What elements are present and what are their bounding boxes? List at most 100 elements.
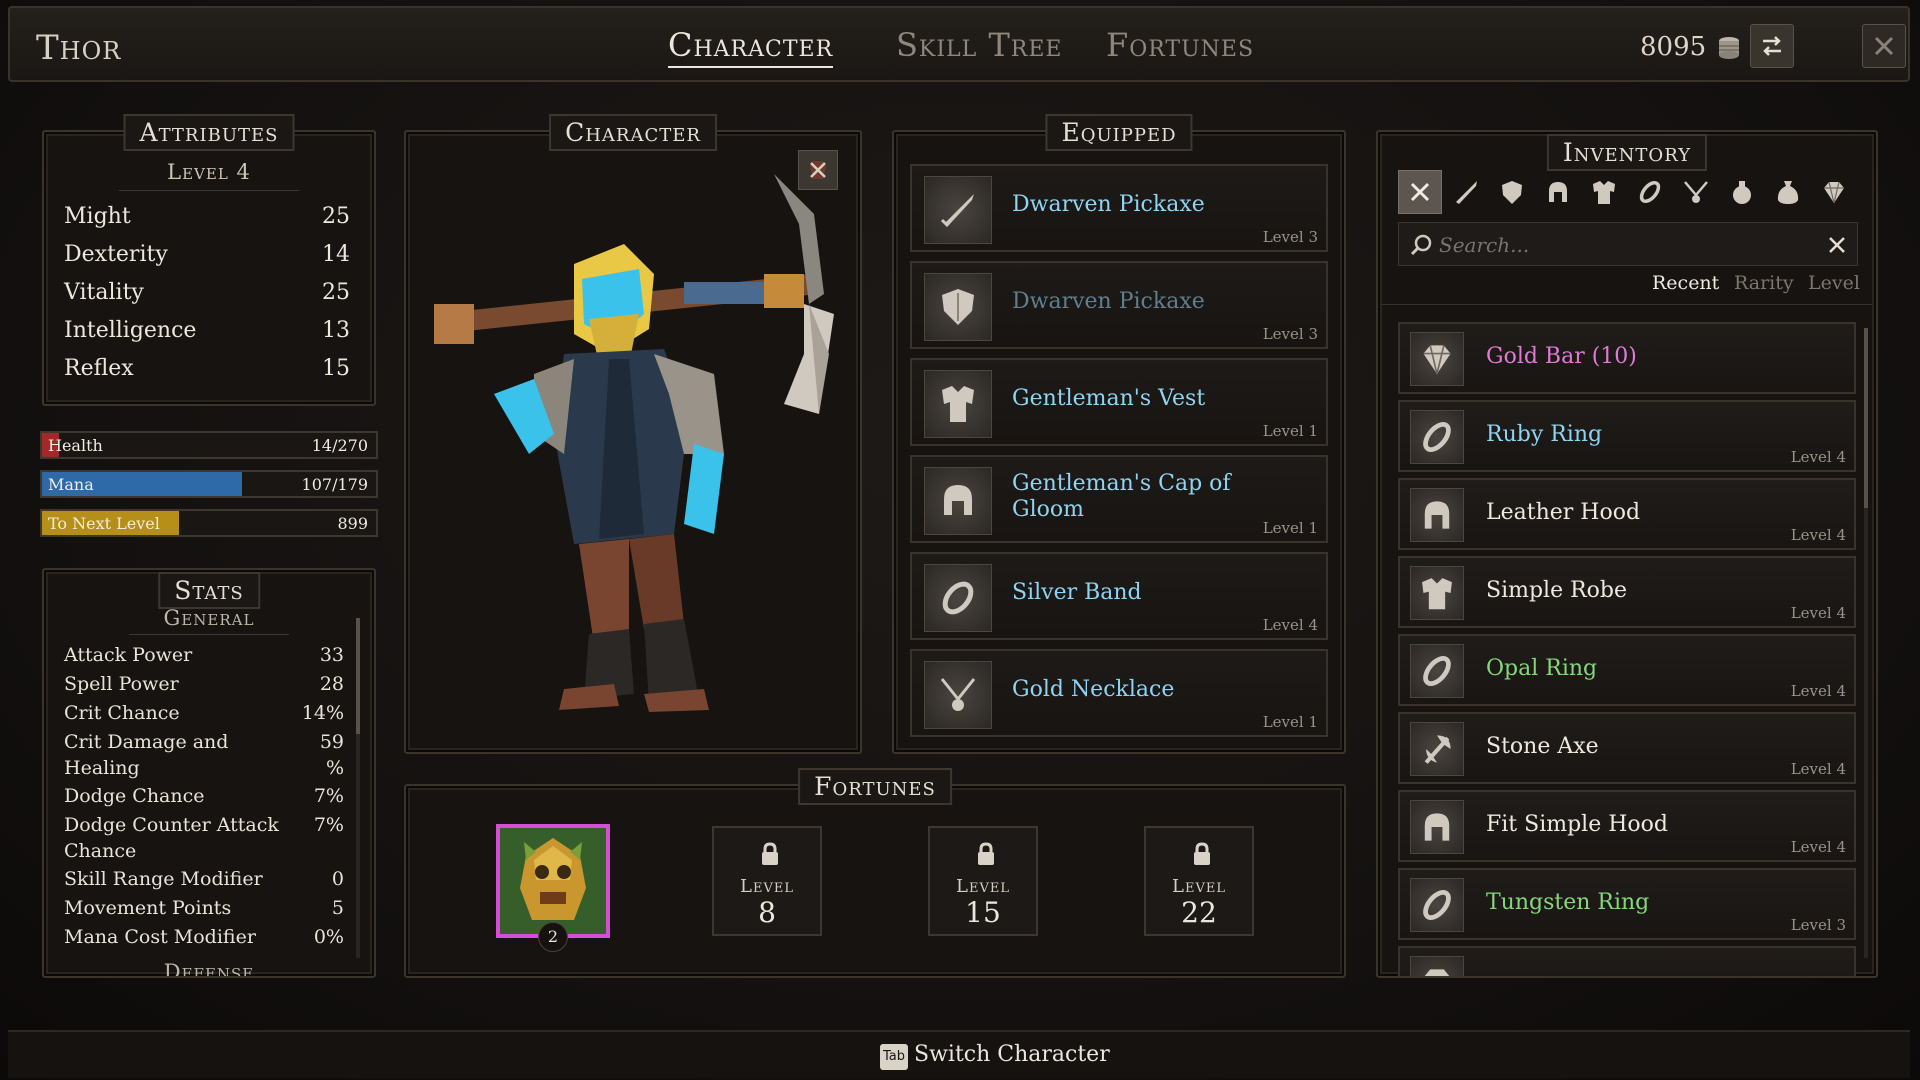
inventory-item[interactable]: Leather Hood Level 4 — [1398, 478, 1856, 550]
filter-all[interactable] — [1398, 170, 1442, 214]
filter-gems[interactable] — [1812, 170, 1856, 214]
filter-armor[interactable] — [1582, 170, 1626, 214]
close-button[interactable] — [1862, 24, 1906, 68]
attribute-row: Intelligence 13 — [64, 318, 350, 352]
fortune-unlock-label: Level — [1172, 876, 1226, 897]
fortune-unlock-label: Level — [740, 876, 794, 897]
search-box — [1398, 222, 1858, 266]
helmet-filter-icon — [1549, 182, 1567, 202]
health-value: 14/270 — [311, 436, 368, 455]
helmet-icon — [924, 467, 992, 535]
inventory-item-name: Stone Axe — [1486, 734, 1599, 759]
inventory-item[interactable]: Stone Axe Level 4 — [1398, 712, 1856, 784]
equipped-slot-offhand[interactable]: Dwarven Pickaxe Level 3 — [910, 261, 1328, 349]
equipped-slot-chest[interactable]: Gentleman's Vest Level 1 — [910, 358, 1328, 446]
gold-display: 8095 — [1640, 32, 1742, 62]
shield-filter-icon — [1502, 181, 1522, 204]
equipped-item-name: Gentleman's Vest — [1012, 386, 1206, 411]
mana-value: 107/179 — [301, 475, 368, 494]
search-input[interactable] — [1439, 231, 1809, 259]
necklace-icon — [924, 661, 992, 729]
game-window: Thor Character Skill Tree Fortunes 8095 — [0, 0, 1920, 1080]
stat-row: Dodge Counter Attack Chance 7% — [64, 812, 344, 864]
attribute-value: 25 — [322, 280, 350, 305]
inventory-item-level: Level 4 — [1790, 604, 1846, 622]
inventory-item[interactable]: Tungsten Ring Level 3 — [1398, 868, 1856, 940]
attribute-row: Might 25 — [64, 204, 350, 238]
sort-level[interactable]: Level — [1808, 272, 1860, 294]
inventory-item-name: Simple Robe — [1486, 578, 1628, 603]
fortune-slot-active[interactable]: 2 — [496, 824, 610, 952]
gold-amount: 8095 — [1640, 32, 1707, 62]
stats-scrollbar-thumb[interactable] — [356, 618, 360, 734]
fortune-count: 2 — [538, 922, 568, 952]
inventory-item-partial[interactable] — [1398, 946, 1856, 976]
switch-character-button[interactable]: Switch Character — [914, 1042, 1110, 1067]
attribute-name: Vitality — [64, 280, 144, 305]
tab-skill-tree[interactable]: Skill Tree — [896, 26, 1062, 64]
stat-name: Mana Cost Modifier — [64, 926, 256, 948]
gem-icon — [1410, 332, 1464, 386]
inventory-item[interactable]: Ruby Ring Level 4 — [1398, 400, 1856, 472]
inventory-item[interactable]: Fit Simple Hood Level 4 — [1398, 790, 1856, 862]
inventory-item-name: Gold Bar (10) — [1486, 344, 1637, 369]
armor-filter-icon — [1593, 181, 1615, 204]
filter-shields[interactable] — [1490, 170, 1534, 214]
inventory-item-name: Opal Ring — [1486, 656, 1598, 681]
inventory-item-level: Level 4 — [1790, 448, 1846, 466]
xp-bar: To Next Level 899 — [40, 509, 378, 537]
weapon-filter-icon — [1456, 181, 1477, 204]
tab-fortunes[interactable]: Fortunes — [1106, 26, 1254, 64]
fortune-slot-locked[interactable]: Level 8 — [712, 826, 822, 936]
equipped-slot-ring[interactable]: Silver Band Level 4 — [910, 552, 1328, 640]
inventory-scrollbar[interactable] — [1864, 328, 1868, 958]
filter-bags[interactable] — [1766, 170, 1810, 214]
equipped-item-name: Gentleman's Cap of Gloom — [1012, 471, 1231, 522]
filter-necklaces[interactable] — [1674, 170, 1718, 214]
attributes-panel: Attributes Level 4 Might 25 Dexterity 14 V… — [42, 114, 376, 406]
stat-name: Dodge Chance — [64, 785, 205, 807]
clear-search-icon[interactable] — [1827, 235, 1847, 255]
tab-character[interactable]: Character — [668, 26, 834, 68]
inventory-item-level: Level 4 — [1790, 760, 1846, 778]
stat-row: Spell Power 28 — [64, 671, 344, 697]
switch-button[interactable] — [1750, 24, 1794, 68]
stat-value: 0 — [331, 868, 344, 890]
inventory-item[interactable]: Gold Bar (10) — [1398, 322, 1856, 394]
sort-recent[interactable]: Recent — [1652, 272, 1719, 294]
ring-icon — [1410, 410, 1464, 464]
axe-icon — [1410, 722, 1464, 776]
equipped-item-level: Level 4 — [1262, 616, 1318, 634]
inventory-item[interactable]: Simple Robe Level 4 — [1398, 556, 1856, 628]
equipped-slot-head[interactable]: Gentleman's Cap of Gloom Level 1 — [910, 455, 1328, 543]
filter-helmets[interactable] — [1536, 170, 1580, 214]
stat-name: Dodge Counter Attack Chance — [64, 814, 279, 862]
equipped-slot-weapon[interactable]: Dwarven Pickaxe Level 3 — [910, 164, 1328, 252]
attribute-row: Reflex 15 — [64, 356, 350, 390]
filter-potions[interactable] — [1720, 170, 1764, 214]
inventory-item[interactable]: Opal Ring Level 4 — [1398, 634, 1856, 706]
inventory-scrollbar-thumb[interactable] — [1864, 328, 1868, 508]
ring-icon — [1410, 878, 1464, 932]
filter-rings[interactable] — [1628, 170, 1672, 214]
fortune-slot-locked[interactable]: Level 15 — [928, 826, 1038, 936]
stat-name: Skill Range Modifier — [64, 868, 263, 890]
character-model[interactable] — [414, 154, 854, 714]
xp-label: To Next Level — [48, 514, 160, 533]
stat-name: Spell Power — [64, 673, 179, 695]
equipped-slot-neck[interactable]: Gold Necklace Level 1 — [910, 649, 1328, 737]
stat-row: Crit Damage and Healing 59 % — [64, 729, 344, 781]
equipped-item-level: Level 3 — [1262, 325, 1318, 343]
stats-scrollbar[interactable] — [356, 618, 360, 958]
stat-name: Crit Damage and Healing — [64, 731, 229, 779]
inventory-item-name: Leather Hood — [1486, 500, 1641, 525]
filter-weapons[interactable] — [1444, 170, 1488, 214]
health-label: Health — [48, 436, 103, 455]
stat-value: 28 — [319, 673, 344, 695]
equipped-item-name: Gold Necklace — [1012, 677, 1175, 702]
fortune-slot-locked[interactable]: Level 22 — [1144, 826, 1254, 936]
stat-row: Skill Range Modifier 0 — [64, 866, 344, 892]
sort-rarity[interactable]: Rarity — [1734, 272, 1794, 294]
stat-value: 14% — [301, 702, 344, 724]
stats-panel: Stats General Attack Power 33 Spell Power… — [42, 568, 376, 978]
